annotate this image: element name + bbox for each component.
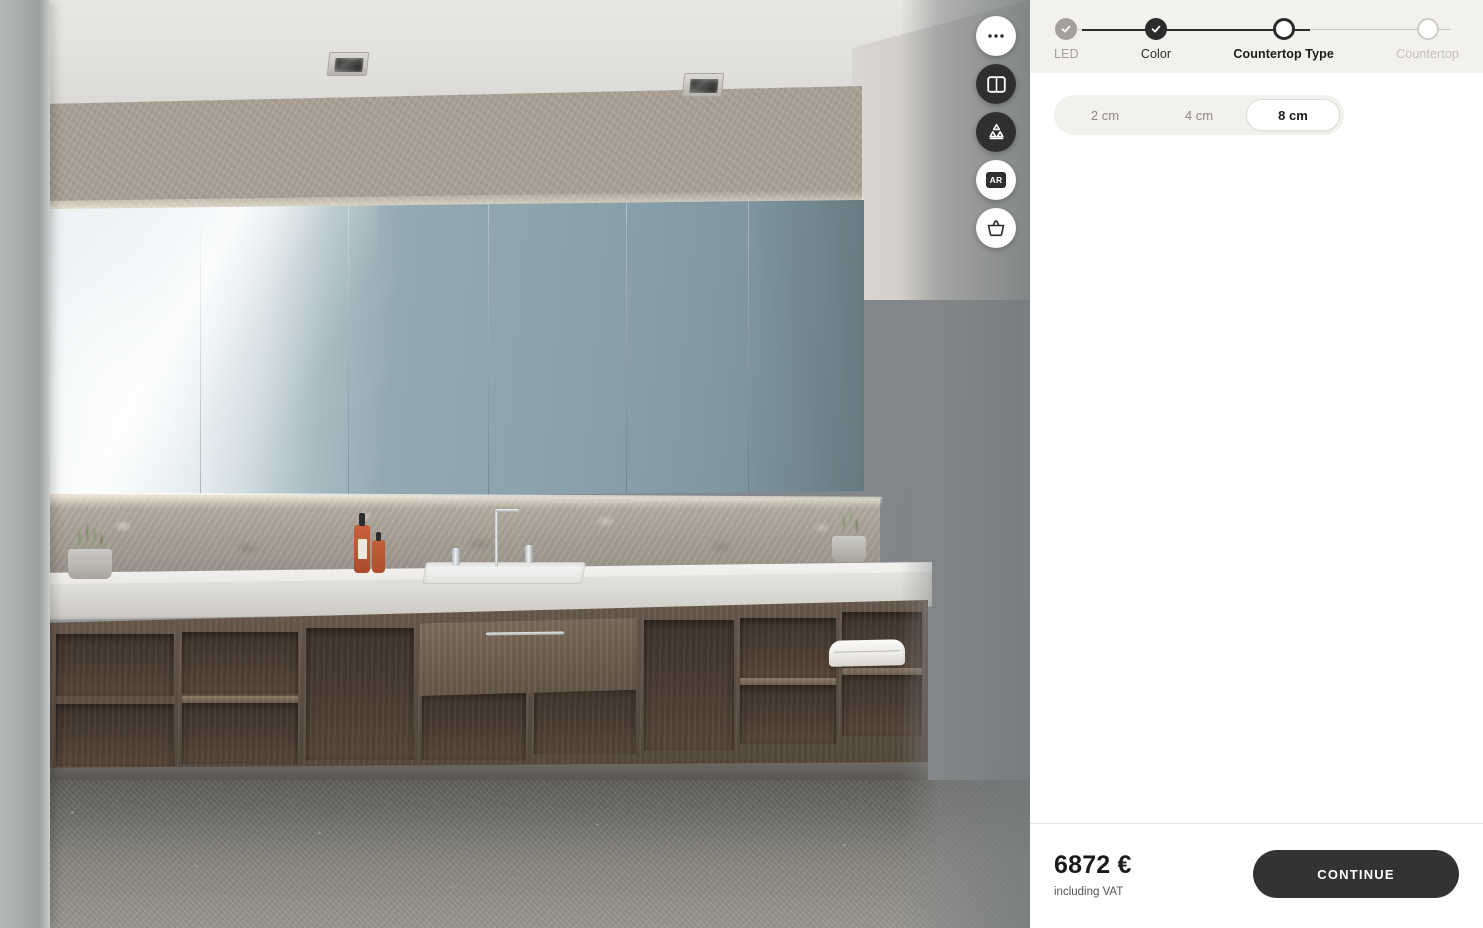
vat-note: including VAT (1054, 885, 1124, 898)
step-indicator-done (1145, 18, 1167, 40)
step-label: Countertop Type (1233, 47, 1334, 61)
recycle-icon (987, 123, 1006, 141)
open-cubby (56, 634, 174, 696)
step-indicator-current (1272, 18, 1295, 40)
lotion-bottle (372, 532, 385, 573)
price-block: 6872 € including VAT (1054, 851, 1132, 898)
mirror-panel-seam (488, 200, 489, 500)
check-icon (1151, 25, 1161, 33)
viewport-action-rail: AR (976, 16, 1016, 248)
open-cubby (182, 632, 298, 694)
cabinet-shelf (182, 696, 298, 703)
left-wall-column (0, 0, 50, 928)
add-to-basket-button[interactable] (976, 208, 1016, 248)
step-countertop-type[interactable]: Countertop Type (1233, 18, 1334, 61)
undermount-sink (422, 562, 586, 584)
folded-towel (829, 639, 905, 667)
faucet-handle (452, 548, 460, 566)
open-cubby (534, 686, 636, 754)
view-in-ar-button[interactable]: AR (976, 160, 1016, 200)
configurator-panel: LED Color Countertop Type Countertop 2 c… (1030, 0, 1483, 928)
faucet (495, 511, 498, 567)
terrazzo-floor (0, 780, 1030, 928)
open-cubby (182, 702, 298, 764)
potted-plant (836, 504, 864, 538)
thickness-option-4cm[interactable]: 4 cm (1152, 99, 1246, 131)
basket-icon (986, 219, 1006, 237)
faucet-handle (525, 545, 533, 563)
total-price: 6872 € (1054, 850, 1132, 879)
ellipsis-icon (987, 33, 1005, 39)
open-cubby (644, 620, 734, 750)
step-countertop[interactable]: Countertop (1396, 18, 1459, 61)
mirror-cabinet-run (48, 200, 864, 500)
panel-header: LED Color Countertop Type Countertop (1030, 0, 1483, 73)
mirror-panel-seam (626, 200, 627, 500)
step-indicator-upcoming (1416, 18, 1439, 40)
open-cubby (422, 692, 526, 760)
thickness-option-8cm[interactable]: 8 cm (1246, 99, 1340, 131)
soap-dispenser (354, 513, 370, 573)
mirror-window-reflection (48, 200, 378, 500)
check-icon (1062, 25, 1071, 33)
potted-plant (72, 517, 110, 551)
open-cubby (306, 628, 414, 760)
plant-pot (68, 549, 112, 579)
mirror-panel-seam (200, 200, 201, 500)
continue-button[interactable]: CONTINUE (1253, 850, 1459, 898)
sustainability-button[interactable] (976, 112, 1016, 152)
cabinet-shelf (740, 678, 836, 685)
step-led[interactable]: LED (1054, 18, 1079, 61)
configurator-app: AR LED Color Countertop Type Countertop … (0, 0, 1483, 928)
open-cubby (740, 684, 836, 744)
product-render-viewport[interactable]: AR (0, 0, 1030, 928)
step-label: Countertop (1396, 47, 1459, 61)
panel-footer: 6872 € including VAT CONTINUE (1030, 823, 1483, 928)
more-options-button[interactable] (976, 16, 1016, 56)
plant-pot (832, 536, 866, 562)
thickness-option-2cm[interactable]: 2 cm (1058, 99, 1152, 131)
faucet-spout (495, 509, 519, 512)
open-cubby (740, 618, 836, 678)
compare-view-button[interactable] (976, 64, 1016, 104)
step-indicator-done (1055, 18, 1078, 40)
step-color[interactable]: Color (1141, 18, 1171, 61)
ceiling-spotlight (681, 73, 725, 97)
step-label: LED (1054, 47, 1079, 61)
vanity-drawer (420, 618, 636, 696)
step-label: Color (1140, 47, 1172, 61)
configurator-stepper: LED Color Countertop Type Countertop (1054, 18, 1459, 61)
split-view-icon (986, 75, 1006, 93)
countertop-thickness-selector[interactable]: 2 cm 4 cm 8 cm (1054, 95, 1344, 135)
panel-body: 2 cm 4 cm 8 cm (1030, 73, 1483, 823)
mirror-panel-seam (348, 200, 349, 500)
ar-icon: AR (986, 172, 1006, 188)
open-cubby (56, 704, 174, 766)
mirror-edge-shading (744, 200, 864, 500)
ceiling-spotlight (326, 52, 370, 76)
